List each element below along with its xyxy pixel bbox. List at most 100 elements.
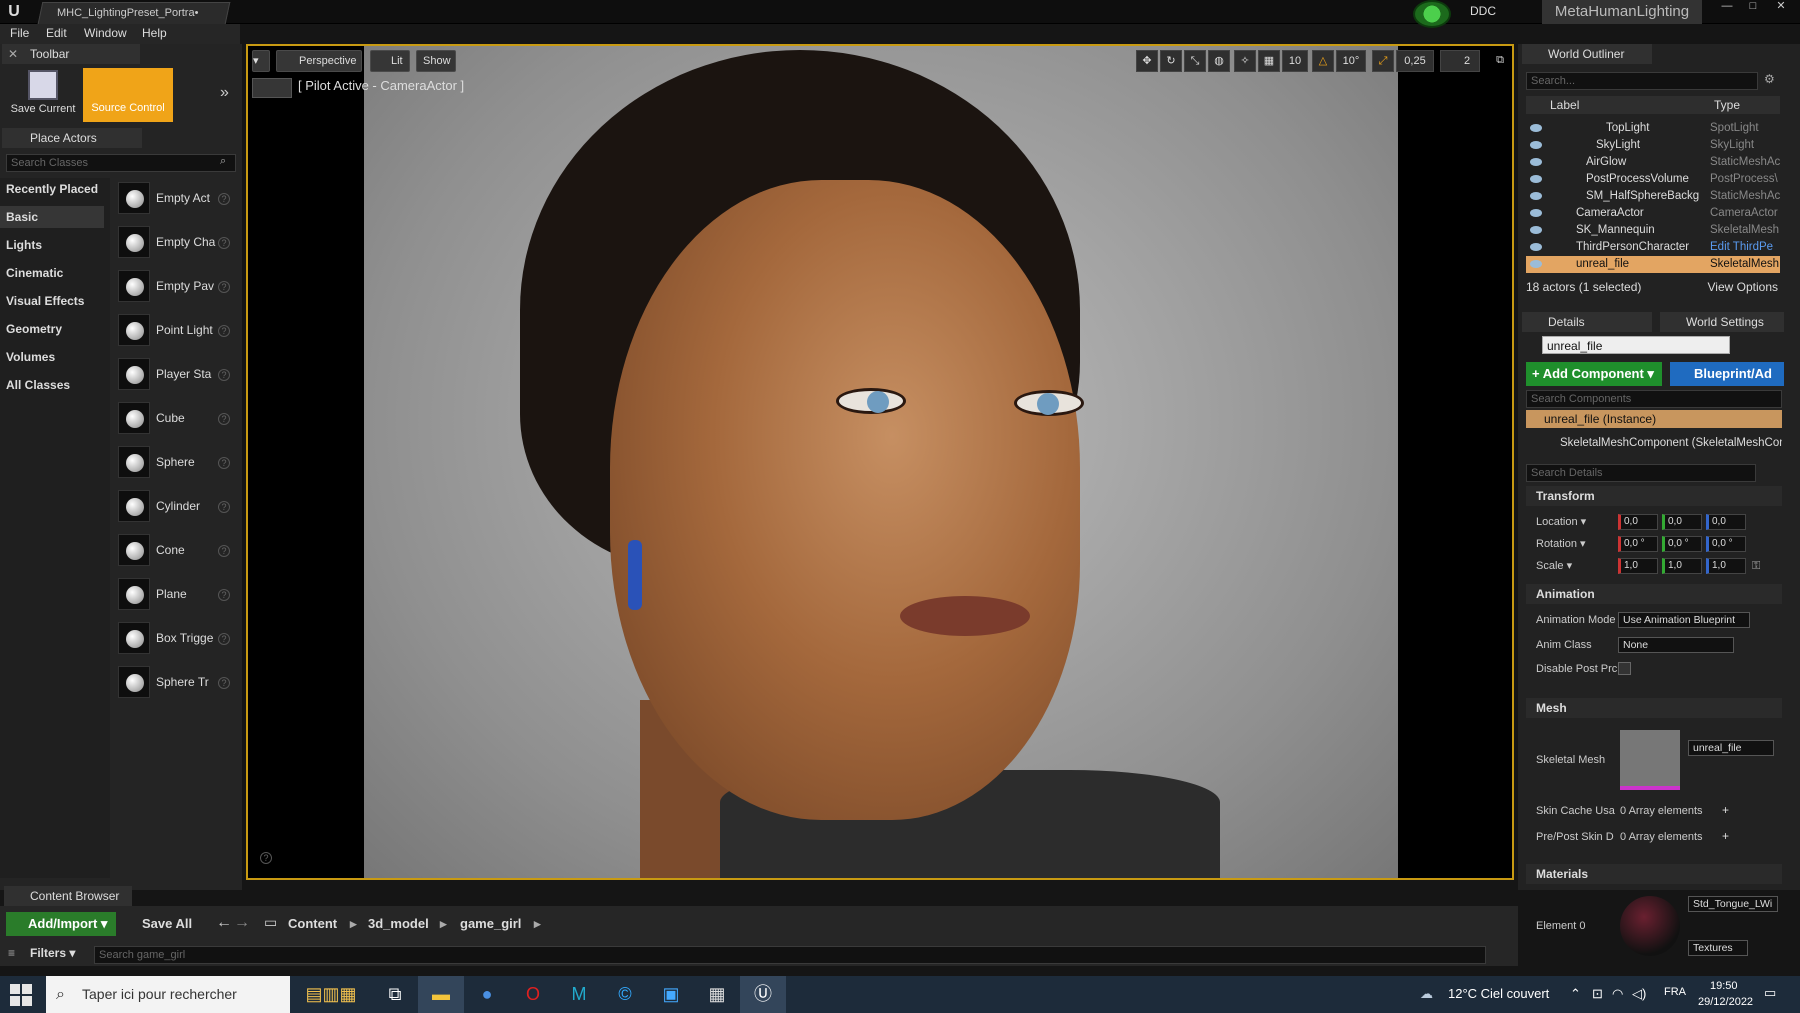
ddc-indicator[interactable]: DDC xyxy=(1470,4,1496,18)
actor-item[interactable]: Point Light? xyxy=(114,312,238,352)
visibility-eye-icon[interactable] xyxy=(1530,175,1542,183)
unreal-logo-icon[interactable]: U xyxy=(4,2,24,22)
clock-date[interactable]: 29/12/2022 xyxy=(1698,996,1753,1008)
category-volumes[interactable]: Volumes xyxy=(6,346,110,368)
lit-button[interactable]: Lit xyxy=(370,50,410,72)
help-icon[interactable]: ? xyxy=(218,633,230,645)
section-mesh[interactable]: Mesh xyxy=(1526,698,1782,718)
actor-item[interactable]: Cylinder? xyxy=(114,488,238,528)
outliner-row[interactable]: PostProcessVolume PostProcess\ xyxy=(1526,171,1780,188)
outliner-settings-icon[interactable]: ⚙ xyxy=(1764,72,1775,86)
sources-toggle-icon[interactable]: ≡ xyxy=(8,946,15,960)
maximize-button[interactable]: □ xyxy=(1742,0,1764,14)
anim-class-dropdown[interactable]: None xyxy=(1618,637,1734,653)
scale-label[interactable]: Scale ▾ xyxy=(1536,559,1572,572)
blueprint-button[interactable]: Blueprint/Ad xyxy=(1670,362,1784,386)
visibility-eye-icon[interactable] xyxy=(1530,243,1542,251)
visibility-eye-icon[interactable] xyxy=(1530,158,1542,166)
outliner-row[interactable]: SK_Mannequin SkeletalMesh xyxy=(1526,222,1780,239)
content-search-input[interactable]: Search game_girl xyxy=(94,946,1486,964)
help-icon[interactable]: ? xyxy=(218,369,230,381)
skeletal-mesh-component-row[interactable]: SkeletalMeshComponent (SkeletalMeshCompo xyxy=(1542,434,1782,452)
search-classes-input[interactable]: Search Classes xyxy=(6,154,236,172)
category-all-classes[interactable]: All Classes xyxy=(6,374,110,396)
back-arrow-icon[interactable]: ← xyxy=(216,914,232,932)
outliner-row[interactable]: TopLight SpotLight xyxy=(1526,120,1780,137)
category-basic[interactable]: Basic xyxy=(0,206,104,228)
scale-x-field[interactable]: 1,0 xyxy=(1618,558,1658,574)
skeletal-mesh-thumbnail[interactable] xyxy=(1620,730,1680,790)
chrome-icon[interactable]: ● xyxy=(464,976,510,1013)
textures-dropdown[interactable]: Textures xyxy=(1688,940,1748,956)
scale-snap-icon[interactable]: ⤢ xyxy=(1372,50,1394,72)
actor-item[interactable]: Box Trigge? xyxy=(114,620,238,660)
add-element-icon[interactable]: + xyxy=(1722,803,1729,817)
minimize-button[interactable]: — xyxy=(1716,0,1738,14)
location-y-field[interactable]: 0,0 xyxy=(1662,514,1702,530)
translate-tool-icon[interactable]: ✥ xyxy=(1136,50,1158,72)
scale-tool-icon[interactable]: ⤡ xyxy=(1184,50,1206,72)
visibility-eye-icon[interactable] xyxy=(1530,192,1542,200)
location-z-field[interactable]: 0,0 xyxy=(1706,514,1746,530)
actor-item[interactable]: Empty Pav? xyxy=(114,268,238,308)
category-recently-placed[interactable]: Recently Placed xyxy=(6,178,110,200)
tab-place-actors[interactable]: Place Actors xyxy=(2,128,142,148)
forward-arrow-icon[interactable]: → xyxy=(234,914,250,932)
menu-help[interactable]: Help xyxy=(142,26,167,40)
wifi-icon[interactable]: ◠ xyxy=(1612,986,1623,1002)
surface-snap-icon[interactable]: ✧ xyxy=(1234,50,1256,72)
breadcrumb-content[interactable]: Content xyxy=(288,912,337,936)
view-options-button[interactable]: View Options xyxy=(1708,280,1778,294)
windows-start-icon[interactable] xyxy=(10,984,32,1006)
column-type[interactable]: Type xyxy=(1714,98,1740,112)
tab-world-outliner[interactable]: World Outliner xyxy=(1522,44,1652,64)
component-instance-row[interactable]: unreal_file (Instance) xyxy=(1526,410,1782,428)
visibility-eye-icon[interactable] xyxy=(1530,124,1542,132)
tab-content-browser[interactable]: Content Browser xyxy=(4,886,132,906)
world-local-icon[interactable]: ◍ xyxy=(1208,50,1230,72)
outliner-row[interactable]: AirGlow StaticMeshAc xyxy=(1526,154,1780,171)
rotation-y-field[interactable]: 0,0 ° xyxy=(1662,536,1702,552)
tab-world-settings[interactable]: World Settings xyxy=(1660,312,1784,332)
location-label[interactable]: Location ▾ xyxy=(1536,515,1586,528)
menu-window[interactable]: Window xyxy=(84,26,127,40)
visibility-eye-icon[interactable] xyxy=(1530,141,1542,149)
help-icon[interactable]: ? xyxy=(218,677,230,689)
outliner-row[interactable]: ThirdPersonCharacter Edit ThirdPe xyxy=(1526,239,1780,256)
actor-item[interactable]: Plane? xyxy=(114,576,238,616)
grid-snap-value[interactable]: 10 xyxy=(1282,50,1308,72)
network-icon[interactable]: ⊡ xyxy=(1592,986,1603,1002)
breadcrumb-3d-model[interactable]: 3d_model xyxy=(368,912,429,936)
help-icon[interactable]: ? xyxy=(218,501,230,513)
help-icon[interactable]: ? xyxy=(218,281,230,293)
column-label[interactable]: Label xyxy=(1550,98,1579,112)
disable-post-process-checkbox[interactable] xyxy=(1618,662,1631,675)
opera-icon[interactable]: O xyxy=(510,976,556,1013)
outliner-search-input[interactable]: Search... xyxy=(1526,72,1758,90)
section-materials[interactable]: Materials xyxy=(1526,864,1782,884)
rotation-x-field[interactable]: 0,0 ° xyxy=(1618,536,1658,552)
actor-item[interactable]: Empty Cha? xyxy=(114,224,238,264)
rotation-z-field[interactable]: 0,0 ° xyxy=(1706,536,1746,552)
visibility-eye-icon[interactable] xyxy=(1530,226,1542,234)
camera-speed-button[interactable]: 2 xyxy=(1440,50,1480,72)
material-thumbnail[interactable] xyxy=(1620,896,1680,956)
outliner-row[interactable]: CameraActor CameraActor xyxy=(1526,205,1780,222)
actor-item[interactable]: Sphere? xyxy=(114,444,238,484)
actor-item[interactable]: Empty Act? xyxy=(114,180,238,220)
toolbar-more-icon[interactable]: » xyxy=(220,84,229,102)
help-icon[interactable]: ? xyxy=(218,325,230,337)
viewport-help-icon[interactable]: ? xyxy=(260,852,272,864)
category-geometry[interactable]: Geometry xyxy=(6,318,110,340)
taskbar-search-input[interactable]: Taper ici pour rechercher xyxy=(46,976,290,1013)
actor-item[interactable]: Cube? xyxy=(114,400,238,440)
eject-pilot-button[interactable] xyxy=(252,78,292,98)
add-element-icon[interactable]: + xyxy=(1722,829,1729,843)
menu-edit[interactable]: Edit xyxy=(46,26,67,40)
rotation-snap-icon[interactable]: △ xyxy=(1312,50,1334,72)
document-tab[interactable]: MHC_LightingPreset_Portra• xyxy=(37,2,231,24)
scale-snap-value[interactable]: 0,25 xyxy=(1396,50,1434,72)
close-button[interactable]: ✕ xyxy=(1770,0,1792,14)
search-components-input[interactable]: Search Components xyxy=(1526,390,1782,408)
category-cinematic[interactable]: Cinematic xyxy=(6,262,110,284)
